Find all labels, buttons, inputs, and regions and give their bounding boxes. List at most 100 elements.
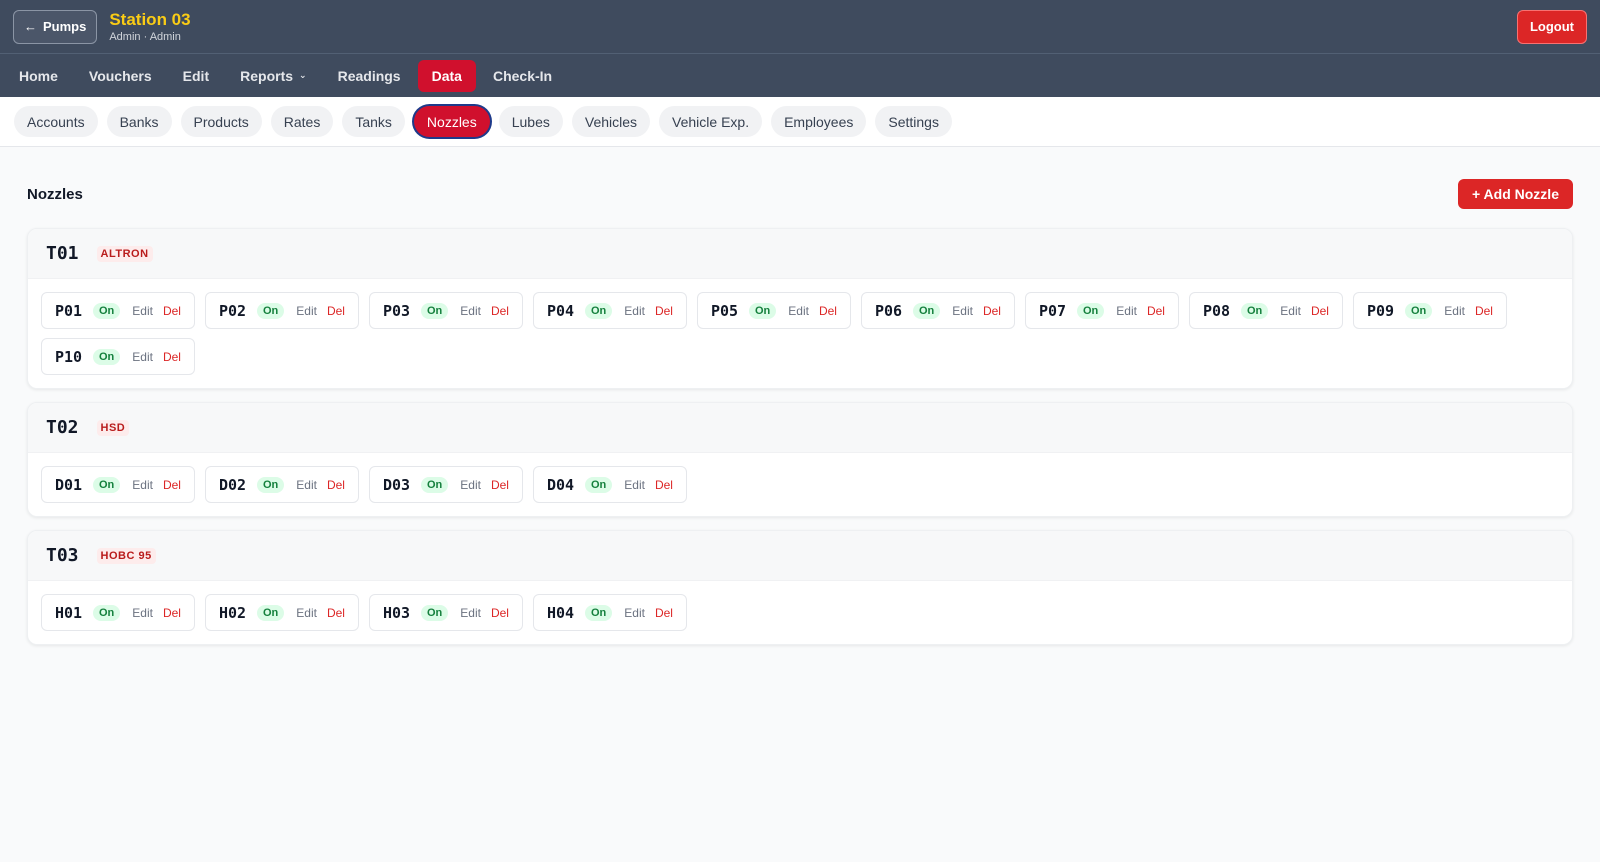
edit-link[interactable]: Edit [1116, 304, 1137, 318]
delete-link[interactable]: Del [163, 304, 181, 318]
status-toggle[interactable]: On [585, 604, 613, 621]
nav-label: Readings [337, 67, 401, 84]
back-to-pumps-button[interactable]: ← Pumps [13, 9, 98, 44]
delete-link[interactable]: Del [491, 478, 509, 492]
nozzle-item: P02 On Edit Del [205, 292, 359, 329]
status-toggle[interactable]: On [257, 476, 285, 493]
tab-products[interactable]: Products [180, 106, 262, 137]
back-button-label: Pumps [43, 19, 87, 34]
delete-link[interactable]: Del [327, 606, 345, 620]
edit-link[interactable]: Edit [624, 606, 645, 620]
tank-card: T02 HSD D01 On Edit Del D02 On Edit Del D03 On Edit D… [27, 402, 1573, 517]
status-toggle[interactable]: On [749, 302, 777, 319]
nozzle-list: D01 On Edit Del D02 On Edit Del D03 On Edit Del D04 O… [28, 453, 1572, 516]
nav-home[interactable]: Home [5, 60, 72, 92]
nav-edit[interactable]: Edit [169, 60, 223, 92]
edit-link[interactable]: Edit [624, 304, 645, 318]
delete-link[interactable]: Del [819, 304, 837, 318]
nozzle-code: P09 [1367, 301, 1395, 320]
nav-label: Vouchers [88, 67, 152, 84]
edit-link[interactable]: Edit [788, 304, 809, 318]
status-toggle[interactable]: On [913, 302, 941, 319]
delete-link[interactable]: Del [491, 304, 509, 318]
delete-link[interactable]: Del [327, 478, 345, 492]
delete-link[interactable]: Del [655, 478, 673, 492]
product-badge: HOBC 95 [96, 547, 156, 564]
tab-lubes[interactable]: Lubes [498, 106, 563, 137]
nozzle-code: H03 [383, 603, 411, 622]
status-toggle[interactable]: On [257, 604, 285, 621]
status-toggle[interactable]: On [93, 302, 121, 319]
delete-link[interactable]: Del [163, 350, 181, 364]
nozzle-item: P06 On Edit Del [861, 292, 1015, 329]
edit-link[interactable]: Edit [624, 478, 645, 492]
nozzle-item: P03 On Edit Del [369, 292, 523, 329]
nozzle-code: P06 [875, 301, 903, 320]
tank-header: T03 HOBC 95 [28, 531, 1572, 581]
tab-nozzles[interactable]: Nozzles [413, 106, 490, 137]
edit-link[interactable]: Edit [1444, 304, 1465, 318]
delete-link[interactable]: Del [491, 606, 509, 620]
page-header: Nozzles + Add Nozzle [27, 179, 1573, 209]
status-toggle[interactable]: On [1405, 302, 1433, 319]
status-toggle[interactable]: On [585, 476, 613, 493]
edit-link[interactable]: Edit [952, 304, 973, 318]
tab-vehicle-exp[interactable]: Vehicle Exp. [659, 106, 763, 137]
status-toggle[interactable]: On [1241, 302, 1269, 319]
edit-link[interactable]: Edit [1280, 304, 1301, 318]
status-toggle[interactable]: On [585, 302, 613, 319]
nav-reports[interactable]: Reports ⌄ [226, 60, 320, 92]
edit-link[interactable]: Edit [460, 606, 481, 620]
tab-employees[interactable]: Employees [771, 106, 867, 137]
status-toggle[interactable]: On [93, 348, 121, 365]
status-toggle[interactable]: On [421, 302, 449, 319]
status-toggle[interactable]: On [257, 302, 285, 319]
status-toggle[interactable]: On [421, 604, 449, 621]
logout-button[interactable]: Logout [1516, 9, 1587, 44]
tank-code: T03 [46, 545, 79, 566]
nav-vouchers[interactable]: Vouchers [75, 60, 166, 92]
delete-link[interactable]: Del [655, 304, 673, 318]
delete-link[interactable]: Del [163, 478, 181, 492]
edit-link[interactable]: Edit [132, 478, 153, 492]
delete-link[interactable]: Del [1147, 304, 1165, 318]
edit-link[interactable]: Edit [460, 478, 481, 492]
edit-link[interactable]: Edit [296, 606, 317, 620]
edit-link[interactable]: Edit [460, 304, 481, 318]
tab-accounts[interactable]: Accounts [14, 106, 98, 137]
nozzle-code: D02 [219, 475, 247, 494]
status-toggle[interactable]: On [421, 476, 449, 493]
edit-link[interactable]: Edit [132, 304, 153, 318]
nav-readings[interactable]: Readings [324, 60, 415, 92]
status-toggle[interactable]: On [93, 604, 121, 621]
tab-tanks[interactable]: Tanks [342, 106, 405, 137]
tab-settings[interactable]: Settings [875, 106, 952, 137]
nozzle-item: D04 On Edit Del [533, 466, 687, 503]
status-toggle[interactable]: On [93, 476, 121, 493]
delete-link[interactable]: Del [327, 304, 345, 318]
delete-link[interactable]: Del [163, 606, 181, 620]
nav-data[interactable]: Data [417, 59, 476, 92]
tank-list: T01 ALTRON P01 On Edit Del P02 On Edit Del P03 On Ed… [27, 228, 1573, 645]
add-nozzle-button[interactable]: + Add Nozzle [1458, 179, 1573, 209]
tank-card: T03 HOBC 95 H01 On Edit Del H02 On Edit Del H03 On E… [27, 530, 1573, 645]
delete-link[interactable]: Del [655, 606, 673, 620]
edit-link[interactable]: Edit [296, 304, 317, 318]
edit-link[interactable]: Edit [132, 606, 153, 620]
edit-link[interactable]: Edit [296, 478, 317, 492]
tab-rates[interactable]: Rates [270, 106, 334, 137]
nozzle-code: H01 [55, 603, 83, 622]
tab-banks[interactable]: Banks [106, 106, 172, 137]
status-toggle[interactable]: On [1077, 302, 1105, 319]
tank-card: T01 ALTRON P01 On Edit Del P02 On Edit Del P03 On Ed… [27, 228, 1573, 389]
delete-link[interactable]: Del [1475, 304, 1493, 318]
delete-link[interactable]: Del [1311, 304, 1329, 318]
tab-vehicles[interactable]: Vehicles [571, 106, 651, 137]
nav-check-in[interactable]: Check-In [479, 60, 566, 92]
delete-link[interactable]: Del [983, 304, 1001, 318]
product-badge: ALTRON [96, 245, 153, 262]
nozzle-item: D01 On Edit Del [41, 466, 195, 503]
edit-link[interactable]: Edit [132, 350, 153, 364]
tank-header: T01 ALTRON [28, 229, 1572, 279]
tank-header: T02 HSD [28, 403, 1572, 453]
